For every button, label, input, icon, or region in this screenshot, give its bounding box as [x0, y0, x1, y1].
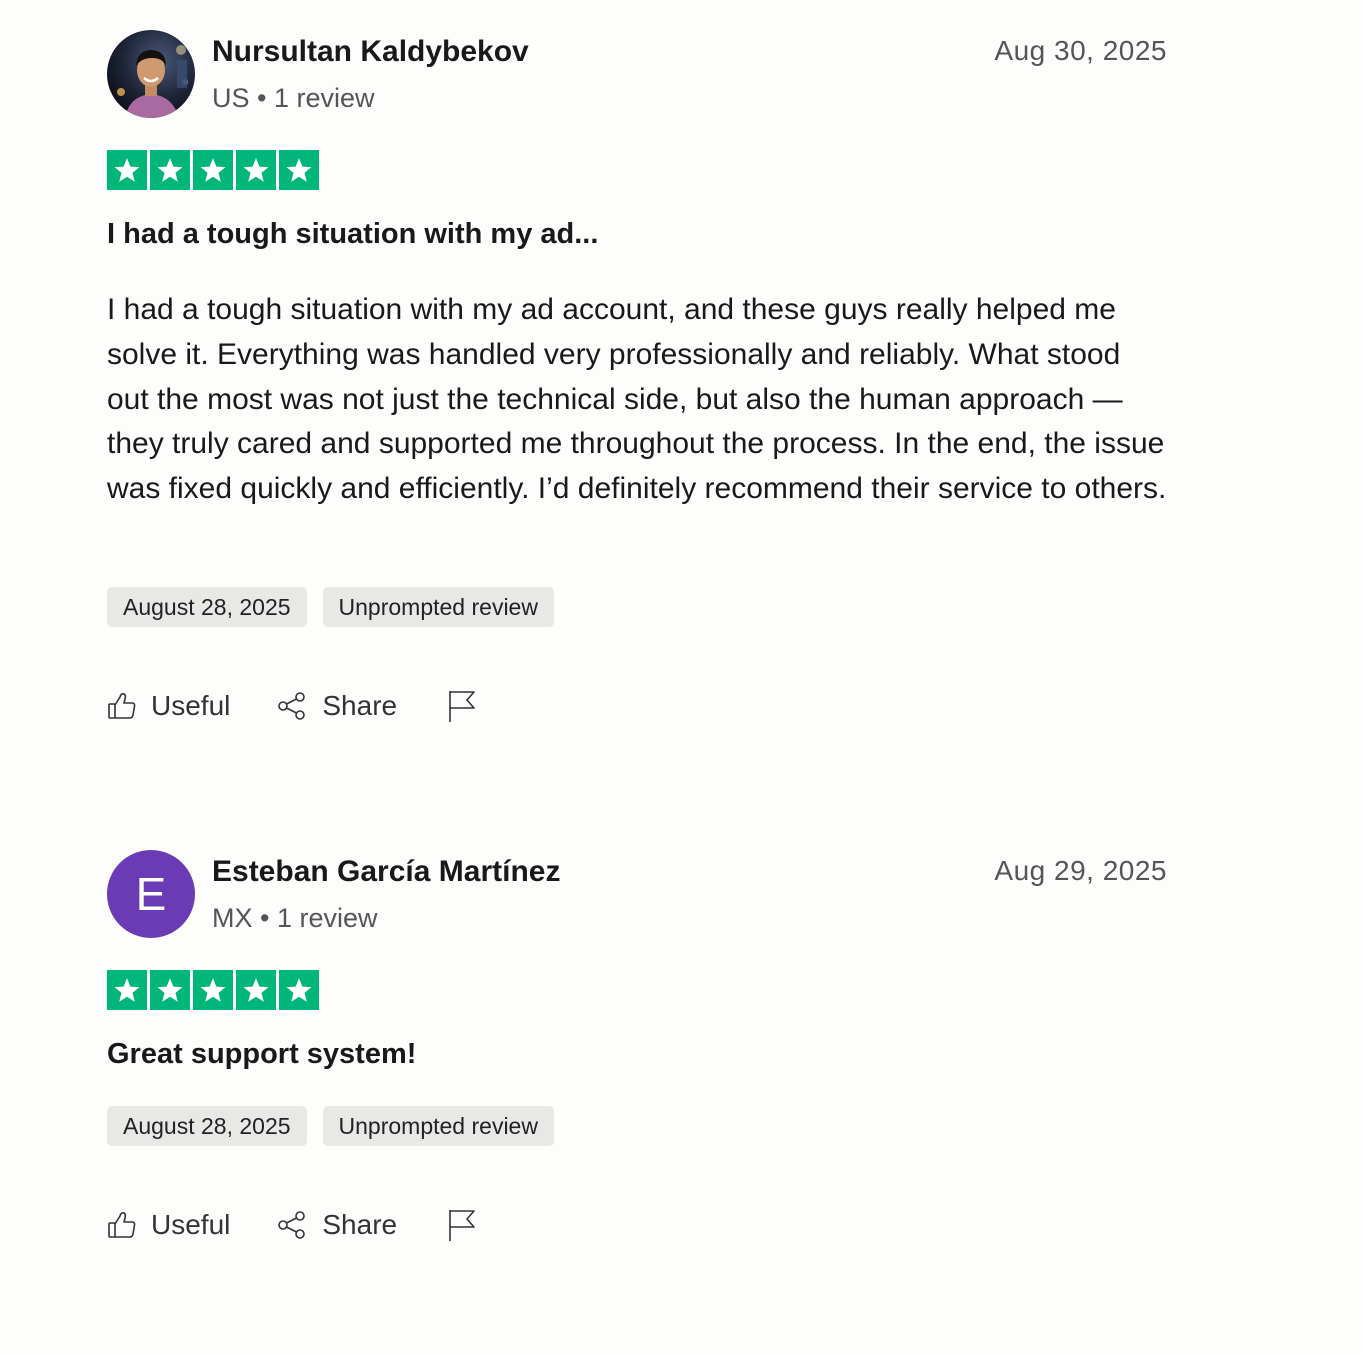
- share-label: Share: [322, 1209, 398, 1240]
- review-title[interactable]: I had a tough situation with my ad...: [107, 216, 598, 252]
- review-date: Aug 30, 2025: [994, 35, 1167, 66]
- review-date: Aug 29, 2025: [994, 855, 1167, 886]
- star-icon: [107, 970, 147, 1010]
- share-icon: [276, 690, 308, 722]
- star-icon: [279, 150, 319, 190]
- thumbs-up-icon: [107, 1210, 137, 1240]
- review-type-badge[interactable]: Unprompted review: [322, 1106, 554, 1146]
- review-tags: August 28, 2025 Unprompted review: [107, 1106, 554, 1146]
- report-button[interactable]: [447, 1208, 477, 1242]
- reviewer-meta: US • 1 review: [212, 83, 375, 113]
- review-header: Nursultan Kaldybekov US • 1 review Aug 3…: [107, 30, 1167, 120]
- review-card: Nursultan Kaldybekov US • 1 review Aug 3…: [107, 30, 1167, 722]
- experience-date-badge: August 28, 2025: [107, 587, 307, 627]
- reviewer-avatar[interactable]: E: [107, 850, 195, 938]
- star-rating: [107, 150, 319, 190]
- share-button[interactable]: Share: [276, 1205, 397, 1245]
- share-icon: [276, 1209, 308, 1241]
- reviewer-name[interactable]: Nursultan Kaldybekov: [212, 34, 529, 70]
- experience-date-badge: August 28, 2025: [107, 1106, 307, 1146]
- star-icon: [107, 150, 147, 190]
- review-body: I had a tough situation with my ad accou…: [107, 293, 1167, 506]
- review-actions: Useful Share: [107, 686, 477, 726]
- flag-icon: [447, 689, 477, 723]
- star-icon: [236, 970, 276, 1010]
- star-icon: [150, 970, 190, 1010]
- star-icon: [279, 970, 319, 1010]
- useful-label: Useful: [151, 690, 231, 721]
- reviews-page: Nursultan Kaldybekov US • 1 review Aug 3…: [0, 0, 1362, 1354]
- star-icon: [193, 150, 233, 190]
- flag-icon: [447, 1208, 477, 1242]
- useful-button[interactable]: Useful: [107, 686, 230, 726]
- review-tags: August 28, 2025 Unprompted review: [107, 587, 554, 627]
- useful-label: Useful: [151, 1209, 231, 1240]
- thumbs-up-icon: [107, 691, 137, 721]
- useful-button[interactable]: Useful: [107, 1205, 230, 1245]
- review-actions: Useful Share: [107, 1205, 477, 1245]
- share-button[interactable]: Share: [276, 686, 397, 726]
- reviewer-name[interactable]: Esteban García Martínez: [212, 854, 560, 890]
- share-label: Share: [322, 690, 398, 721]
- star-icon: [193, 970, 233, 1010]
- star-icon: [236, 150, 276, 190]
- review-type-badge[interactable]: Unprompted review: [322, 587, 554, 627]
- review-header: E Esteban García Martínez MX • 1 review …: [107, 850, 1167, 940]
- report-button[interactable]: [447, 689, 477, 723]
- avatar-photo: [107, 30, 195, 118]
- reviewer-meta: MX • 1 review: [212, 903, 378, 933]
- review-title[interactable]: Great support system!: [107, 1036, 416, 1072]
- star-icon: [150, 150, 190, 190]
- reviewer-avatar[interactable]: [107, 30, 195, 118]
- star-rating: [107, 970, 319, 1010]
- review-card: E Esteban García Martínez MX • 1 review …: [107, 850, 1167, 1241]
